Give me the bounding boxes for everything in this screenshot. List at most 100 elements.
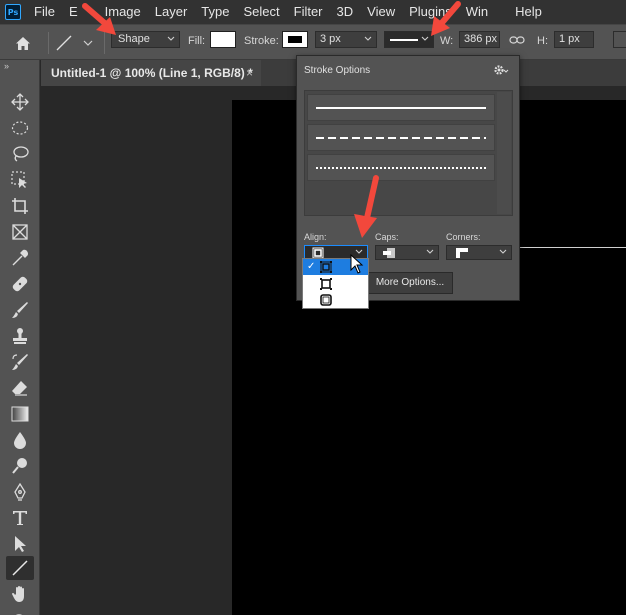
path-select-icon: [15, 536, 26, 552]
eraser-icon: [12, 381, 27, 396]
chevron-down-icon: [83, 40, 93, 46]
corners-select[interactable]: [446, 245, 512, 260]
align-outside-icon: [320, 294, 332, 306]
tool-mode-value: Shape: [118, 33, 150, 45]
height-field[interactable]: 1 px: [554, 31, 594, 48]
align-label: Align:: [304, 232, 327, 242]
caps-select[interactable]: [375, 245, 439, 260]
presets-scrollbar[interactable]: [497, 92, 511, 214]
menu-edit[interactable]: E: [62, 0, 78, 24]
home-icon: [16, 36, 30, 50]
more-options-button[interactable]: More Options...: [367, 272, 453, 294]
fill-swatch[interactable]: [210, 31, 236, 48]
stroke-presets-list: [304, 90, 513, 216]
crop-tool[interactable]: [6, 194, 34, 218]
menu-help[interactable]: Help: [488, 0, 549, 24]
butt-cap-icon: [383, 248, 395, 258]
mouse-cursor-icon: [350, 254, 364, 274]
move-tool[interactable]: [6, 90, 34, 114]
menu-file[interactable]: File: [27, 0, 62, 24]
gradient-icon: [11, 406, 29, 422]
preset-solid[interactable]: [307, 94, 495, 121]
preset-dotted[interactable]: [307, 154, 495, 181]
chevron-down-icon: [364, 36, 372, 41]
toolbar-collapse-button[interactable]: »: [0, 60, 39, 74]
blur-tool[interactable]: [6, 428, 34, 452]
stroke-type-solid-preview: [390, 39, 418, 41]
stroke-width-field[interactable]: 3 px: [315, 31, 377, 48]
gradient-tool[interactable]: [6, 402, 34, 426]
align-option-outside[interactable]: [303, 292, 368, 308]
type-tool[interactable]: [6, 506, 34, 530]
path-operations-button[interactable]: [613, 31, 626, 48]
check-icon: ✓: [307, 261, 316, 272]
home-button[interactable]: [8, 25, 38, 61]
frame-tool[interactable]: [6, 220, 34, 244]
width-value: 386 px: [464, 33, 498, 45]
panel-title: Stroke Options: [304, 65, 371, 76]
marquee-icon: [11, 121, 29, 135]
document-tab[interactable]: Untitled-1 @ 100% (Line 1, RGB/8) *: [41, 60, 261, 86]
eyedropper-tool[interactable]: [6, 246, 34, 270]
photoshop-logo[interactable]: Ps: [5, 4, 21, 20]
line-icon: [12, 560, 28, 576]
stroke-swatch[interactable]: [282, 31, 308, 48]
annotation-arrow-icon: [354, 175, 379, 238]
stroke-label: Stroke:: [244, 35, 279, 47]
document-tab-title: Untitled-1 @ 100% (Line 1, RGB/8) *: [51, 66, 253, 80]
history-brush-tool[interactable]: [6, 350, 34, 374]
eyedropper-icon: [12, 249, 29, 266]
clone-stamp-tool[interactable]: [6, 324, 34, 348]
fill-label: Fill:: [188, 35, 206, 47]
annotation-arrow-icon: [82, 3, 116, 35]
move-icon: [11, 93, 29, 111]
stroke-width-value: 3 px: [320, 33, 341, 45]
pen-tool[interactable]: [6, 480, 34, 504]
history-brush-icon: [12, 354, 28, 370]
crop-icon: [12, 198, 28, 214]
lasso-icon: [13, 146, 29, 162]
dodge-icon: [12, 458, 27, 474]
tool-mode-select[interactable]: Shape: [111, 31, 180, 48]
eraser-tool[interactable]: [6, 376, 34, 400]
chevron-down-icon: [499, 249, 507, 254]
align-center-icon: [320, 278, 332, 290]
link-icon[interactable]: [509, 35, 525, 45]
brush-tool[interactable]: [6, 298, 34, 322]
height-value: 1 px: [559, 33, 580, 45]
gear-icon[interactable]: [493, 64, 509, 79]
pen-icon: [14, 483, 26, 501]
healing-brush-tool[interactable]: [6, 272, 34, 296]
height-label: H:: [537, 35, 548, 47]
width-field[interactable]: 386 px: [459, 31, 500, 48]
blur-icon: [14, 432, 26, 449]
preset-dashed[interactable]: [307, 124, 495, 151]
healing-icon: [12, 276, 28, 292]
frame-icon: [12, 224, 28, 240]
chevron-down-icon: [167, 36, 175, 41]
lasso-tool[interactable]: [6, 142, 34, 166]
close-tab-button[interactable]: ×: [246, 60, 253, 86]
type-icon: [13, 511, 27, 525]
hand-icon: [12, 586, 24, 602]
hand-tool[interactable]: [6, 582, 34, 606]
menu-3d[interactable]: 3D: [330, 0, 361, 24]
marquee-tool[interactable]: [6, 116, 34, 140]
menu-type[interactable]: Type: [194, 0, 236, 24]
line-shape[interactable]: [520, 247, 626, 248]
menu-layer[interactable]: Layer: [148, 0, 195, 24]
align-option-center[interactable]: [303, 276, 368, 292]
zoom-tool[interactable]: [6, 606, 34, 615]
chevron-down-icon: [426, 249, 434, 254]
miter-join-icon: [456, 248, 468, 258]
object-selection-tool[interactable]: [6, 168, 34, 192]
object-select-icon: [11, 171, 27, 188]
path-selection-tool[interactable]: [6, 532, 34, 556]
menu-view[interactable]: View: [360, 0, 402, 24]
dodge-tool[interactable]: [6, 454, 34, 478]
annotation-arrow-icon: [431, 1, 461, 36]
menu-select[interactable]: Select: [236, 0, 286, 24]
brush-icon: [12, 302, 28, 318]
menu-filter[interactable]: Filter: [287, 0, 330, 24]
line-tool[interactable]: [6, 556, 34, 580]
